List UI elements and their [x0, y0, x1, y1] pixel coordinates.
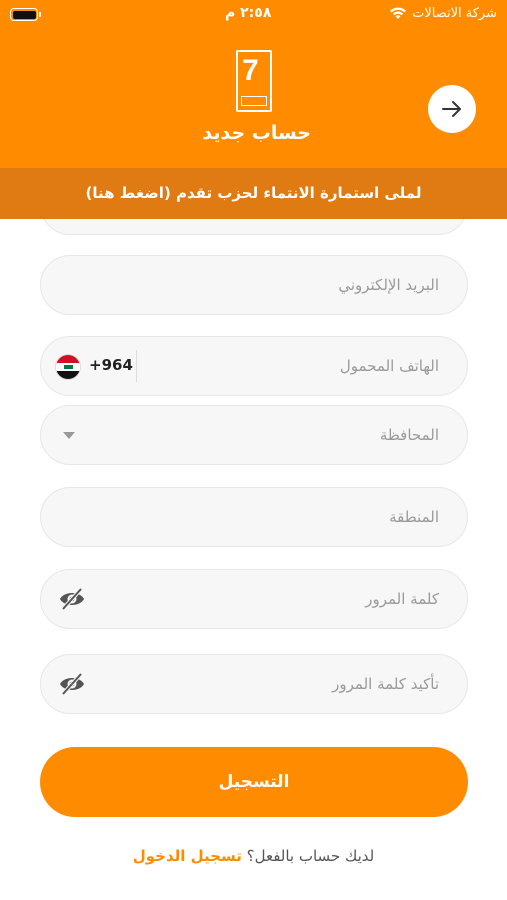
confirm-password-placeholder: تأكيد كلمة المرور — [332, 675, 439, 693]
register-button[interactable]: التسجيل — [40, 747, 468, 817]
governorate-select[interactable]: المحافظة — [40, 405, 468, 465]
dial-code: +964 — [89, 356, 133, 374]
region-field[interactable]: المنطقة — [40, 487, 468, 547]
membership-form-banner[interactable]: لملى استمارة الانتماء لحزب تقدم (اضغط هن… — [0, 168, 507, 219]
header: 7 حساب جديد — [0, 30, 507, 168]
carrier-name: شركة الاتصالات — [412, 6, 497, 21]
have-account-text: لديك حساب بالفعل؟ — [246, 847, 375, 865]
chevron-down-icon — [63, 432, 75, 439]
phone-field[interactable]: الهاتف المحمول +964 — [40, 336, 468, 396]
page-title: حساب جديد — [202, 122, 311, 144]
country-code-selector[interactable]: +964 — [55, 350, 137, 382]
email-placeholder: البريد الإلكتروني — [338, 276, 439, 294]
registration-form: البريد الإلكتروني الهاتف المحمول +964 ال… — [0, 219, 507, 900]
region-placeholder: المنطقة — [389, 508, 439, 526]
arrow-right-icon — [442, 101, 461, 117]
name-field[interactable] — [40, 219, 468, 235]
confirm-password-field[interactable]: تأكيد كلمة المرور — [40, 654, 468, 714]
governorate-placeholder: المحافظة — [379, 426, 439, 444]
login-prompt: لديك حساب بالفعل؟ تسجيل الدخول — [0, 847, 507, 865]
iraq-flag-icon — [55, 354, 81, 380]
login-link[interactable]: تسجيل الدخول — [133, 847, 242, 865]
party-logo-icon: 7 — [236, 50, 272, 112]
phone-placeholder: الهاتف المحمول — [339, 357, 439, 375]
status-bar: شركة الاتصالات ٢:٥٨ م — [0, 0, 507, 30]
battery-icon — [10, 8, 41, 21]
clock-time: ٢:٥٨ م — [225, 5, 272, 21]
email-field[interactable]: البريد الإلكتروني — [40, 255, 468, 315]
eye-off-icon[interactable] — [59, 672, 85, 696]
password-placeholder: كلمة المرور — [365, 590, 439, 608]
password-field[interactable]: كلمة المرور — [40, 569, 468, 629]
back-button[interactable] — [428, 85, 476, 133]
wifi-icon — [390, 7, 406, 19]
eye-off-icon[interactable] — [59, 587, 85, 611]
